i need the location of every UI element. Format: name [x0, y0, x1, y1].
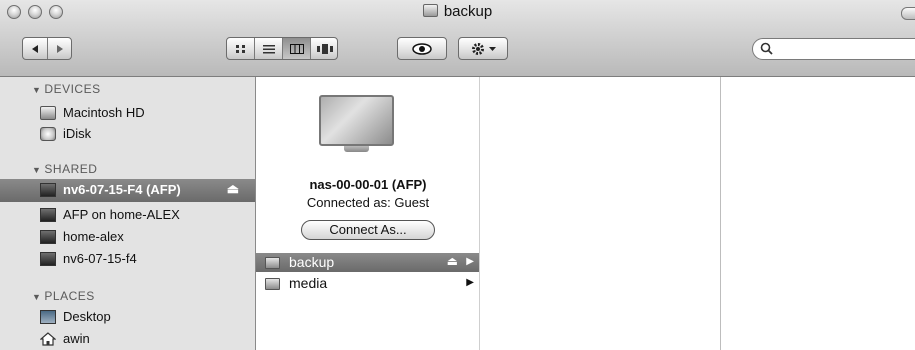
- browser-column-2: [480, 77, 720, 350]
- browser-column-3: [720, 77, 915, 350]
- action-menu-button[interactable]: [458, 37, 508, 60]
- monitor-icon: [40, 230, 56, 244]
- gear-icon: [471, 42, 484, 55]
- right-arrow-icon: [57, 44, 63, 53]
- disclosure-arrow-icon: ▶: [466, 256, 474, 267]
- search-input[interactable]: [779, 41, 915, 59]
- monitor-icon: [40, 208, 56, 222]
- back-button[interactable]: [23, 38, 47, 59]
- forward-button[interactable]: [47, 38, 72, 59]
- disclosure-triangle-icon: ▼: [32, 292, 42, 302]
- left-arrow-icon: [32, 44, 38, 53]
- sidebar-item-afp-home-alex[interactable]: AFP on home-ALEX: [0, 204, 255, 226]
- column-view-icon: [289, 43, 304, 54]
- view-mode-control: [226, 37, 338, 60]
- column-divider[interactable]: [479, 77, 480, 350]
- disclosure-triangle-icon: ▼: [32, 85, 42, 95]
- action-menu-area: [459, 38, 507, 59]
- list-view-icon: [262, 44, 275, 53]
- volume-row-media[interactable]: media ▶: [256, 274, 480, 293]
- sidebar-section-places[interactable]: ▼ PLACES: [32, 289, 95, 303]
- monitor-icon: [40, 183, 56, 197]
- toolbar-toggle-button[interactable]: [901, 7, 915, 20]
- server-monitor-icon: [319, 95, 394, 152]
- chevron-down-icon: [488, 46, 496, 51]
- home-icon: [40, 332, 56, 346]
- window-title: backup: [443, 3, 493, 20]
- sidebar-item-home-alex[interactable]: home-alex: [0, 226, 255, 248]
- icon-view-button[interactable]: [227, 38, 254, 59]
- title-toolbar: backup: [0, 0, 915, 77]
- icon-view-icon: [235, 44, 245, 53]
- back-forward-control: [22, 37, 72, 60]
- share-volume-icon: [265, 278, 280, 290]
- connect-as-button[interactable]: Connect As...: [301, 220, 435, 240]
- eject-icon[interactable]: ⏏: [227, 181, 239, 197]
- sidebar: ▼ DEVICES Macintosh HD iDisk ▼ SHARED nv6-…: [0, 77, 256, 350]
- disclosure-arrow-icon: ▶: [466, 277, 474, 288]
- sidebar-item-nv6-f4[interactable]: nv6-07-15-f4: [0, 248, 255, 270]
- quick-look-area: [398, 38, 446, 59]
- search-icon: [760, 42, 773, 55]
- share-volume-icon: [265, 257, 280, 269]
- idisk-icon: [40, 127, 56, 141]
- eye-icon: [412, 42, 432, 55]
- column-view-button[interactable]: [282, 38, 310, 59]
- coverflow-view-icon: [316, 43, 333, 54]
- sidebar-item-macintosh-hd[interactable]: Macintosh HD: [0, 102, 255, 124]
- window-title-area: backup: [0, 3, 915, 20]
- browser-column-server: nas-00-00-01 (AFP) Connected as: Guest C…: [256, 77, 481, 350]
- connection-status: Connected as: Guest: [306, 195, 430, 210]
- hard-disk-icon: [40, 106, 56, 120]
- finder-window: backup ▼ DEVICES Macintosh HD iDisk ▼ SH…: [0, 0, 915, 350]
- coverflow-view-button[interactable]: [310, 38, 338, 59]
- quick-look-button[interactable]: [397, 37, 447, 60]
- list-view-button[interactable]: [254, 38, 282, 59]
- sidebar-item-idisk[interactable]: iDisk: [0, 123, 255, 145]
- volume-row-backup[interactable]: backup ⏏ ▶: [256, 253, 480, 272]
- monitor-icon: [40, 252, 56, 266]
- desktop-icon: [40, 310, 56, 324]
- sidebar-item-nv6-afp[interactable]: nv6-07-15-F4 (AFP) ⏏: [0, 179, 255, 202]
- sidebar-section-devices[interactable]: ▼ DEVICES: [32, 82, 101, 96]
- disclosure-triangle-icon: ▼: [32, 165, 42, 175]
- sidebar-item-desktop[interactable]: Desktop: [0, 306, 255, 328]
- sidebar-item-awin[interactable]: awin: [0, 328, 255, 350]
- eject-icon[interactable]: ⏏: [447, 254, 458, 268]
- search-field[interactable]: [752, 38, 915, 60]
- server-name: nas-00-00-01 (AFP): [309, 177, 427, 192]
- sidebar-section-shared[interactable]: ▼ SHARED: [32, 162, 97, 176]
- folder-icon: [422, 4, 438, 17]
